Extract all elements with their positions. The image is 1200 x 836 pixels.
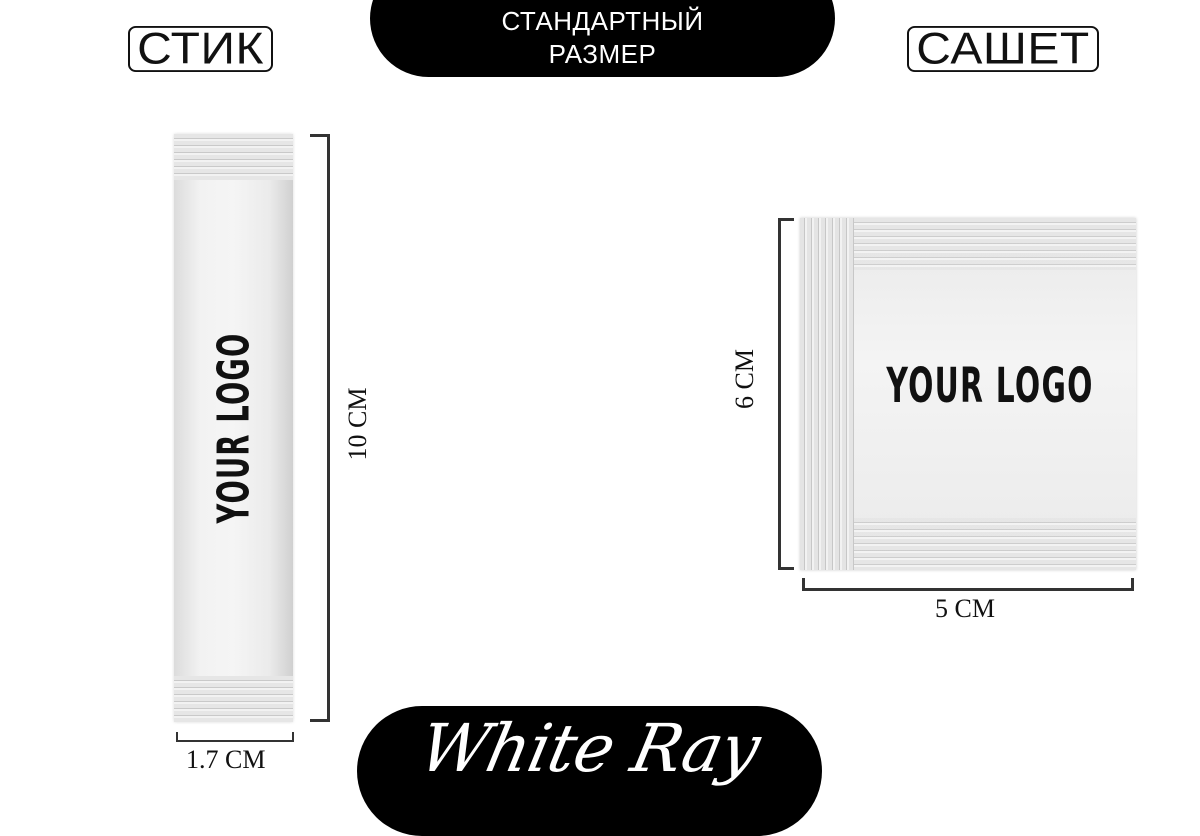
standard-size-banner: СТАНДАРТНЫЙ РАЗМЕР (370, 0, 835, 77)
sachet-width-label: 5 CM (935, 594, 995, 623)
stick-label: СТИК (128, 25, 273, 73)
stick-seal-top (174, 134, 293, 180)
brand-logo: White Ray (412, 710, 767, 787)
sachet-label: САШЕТ (907, 25, 1099, 73)
stick-height-label: 10 CM (343, 387, 372, 461)
stick-logo: YOUR LOGO (208, 332, 259, 524)
stick-package: YOUR LOGO (174, 134, 293, 722)
stick-width-label: 1.7 CM (186, 745, 266, 774)
sachet-height-label: 6 CM (730, 349, 759, 409)
banner-line-1: СТАНДАРТНЫЙ (501, 6, 704, 36)
stick-seal-bottom (174, 676, 293, 722)
sachet-package: YOUR LOGO (800, 218, 1136, 570)
banner-line-2: РАЗМЕР (548, 39, 657, 69)
brand-banner: White Ray (357, 706, 822, 836)
sachet-seal-left (800, 218, 854, 570)
sachet-logo: YOUR LOGO (886, 358, 1094, 414)
